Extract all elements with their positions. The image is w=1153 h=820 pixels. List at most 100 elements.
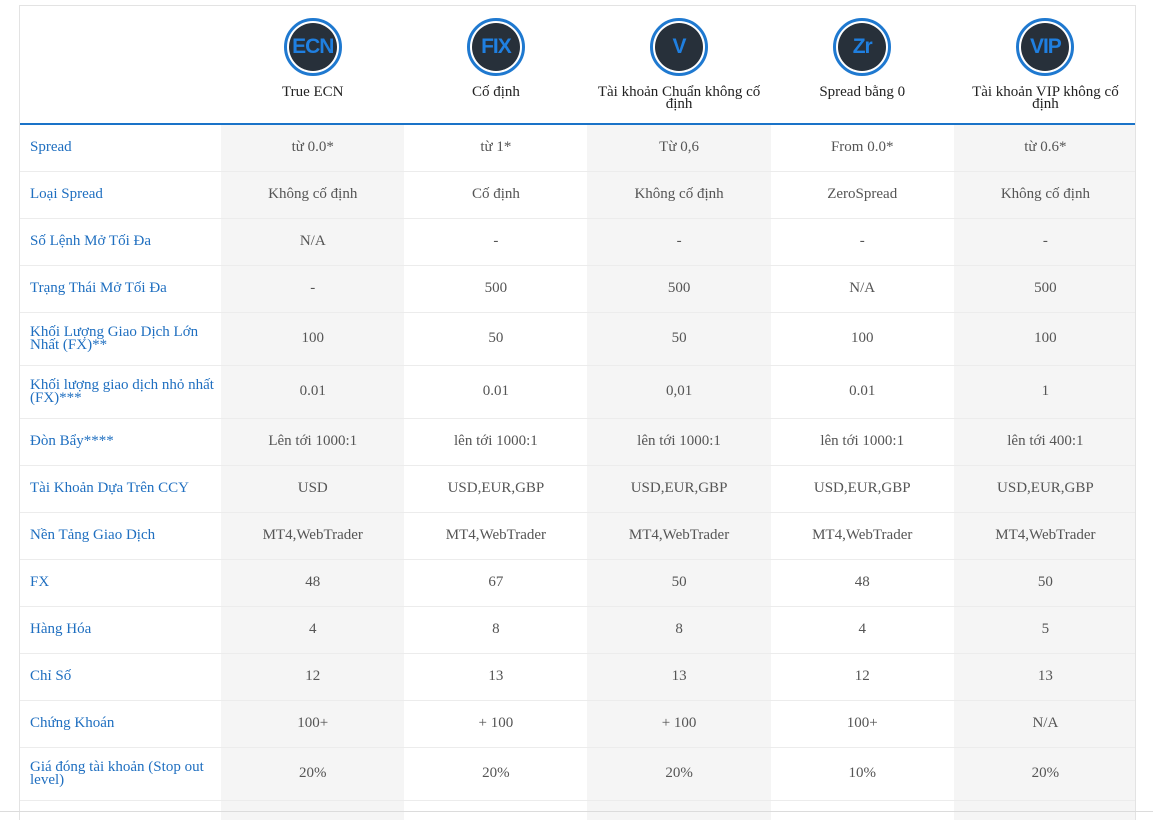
row-label[interactable]: Số Lệnh Mở Tối Đa (20, 218, 221, 265)
table-cell: 100+ (846, 715, 878, 731)
row-label[interactable]: Đòn Bẩy**** (20, 418, 221, 465)
table-cell: 0.01 (849, 383, 876, 399)
table-cell: MT4,WebTrader (445, 527, 547, 543)
table-cell: MT4,WebTrader (812, 527, 913, 543)
table-cell: 13 (587, 653, 771, 700)
table-cell: Từ 0,6 (587, 124, 771, 171)
table-cell: Cố định (471, 186, 520, 202)
table-row-partial (20, 800, 1135, 820)
table-cell: 5 (953, 606, 1135, 653)
row-label[interactable]: Khối Lượng Giao Dịch Lớn Nhất (FX)** (20, 312, 221, 365)
table-row: Chỉ Số 12 13 13 12 13 (20, 653, 1135, 700)
table-cell: 4 (858, 621, 866, 637)
row-label[interactable]: Khối lượng giao dịch nhỏ nhất (FX)*** (20, 365, 221, 418)
ecn-badge-icon[interactable]: ECN (283, 18, 342, 76)
table-cell: 500 (953, 265, 1135, 312)
table-cell: 500 (484, 280, 508, 296)
table-cell: MT4,WebTrader (587, 512, 771, 559)
row-label[interactable]: Chỉ Số (20, 653, 221, 700)
table-cell: 4 (221, 606, 405, 653)
account-header-zero[interactable]: Zr Spread bằng 0 (771, 6, 954, 124)
row-label[interactable]: Loại Spread (20, 171, 221, 218)
table-cell: MT4,WebTrader (221, 512, 405, 559)
table-row: Số Lệnh Mở Tối Đa N/A - - - - (20, 218, 1135, 265)
table-cell: USD,EUR,GBP (813, 480, 911, 496)
zr-badge-icon[interactable]: Zr (833, 18, 892, 76)
row-label[interactable]: Spread (20, 124, 221, 171)
table-cell (20, 800, 221, 820)
table-cell: Không cố định (953, 171, 1135, 218)
table-cell: N/A (221, 218, 405, 265)
row-label[interactable]: FX (20, 559, 221, 606)
badge-text: V (655, 23, 704, 71)
table-row: Nền Tảng Giao Dịch MT4,WebTrader MT4,Web… (20, 512, 1135, 559)
account-comparison-table: ECN True ECN FIX Cố định V Tài khoản Chu… (20, 6, 1135, 820)
header-corner (20, 6, 221, 124)
table-cell: 50 (953, 559, 1135, 606)
table-cell: 48 (221, 559, 405, 606)
table-cell: - (587, 218, 771, 265)
v-badge-icon[interactable]: V (650, 18, 709, 76)
account-header-vip[interactable]: VIP Tài khoản VIP không cố định (954, 6, 1135, 124)
table-cell: 12 (221, 653, 405, 700)
table-cell: 10% (848, 765, 876, 781)
table-cell: 48 (854, 574, 870, 590)
row-label[interactable]: Hàng Hóa (20, 606, 221, 653)
account-header-standard[interactable]: V Tài khoản Chuẩn không cố định (587, 6, 770, 124)
table-row: Chứng Khoán 100+ + 100 + 100 100+ N/A (20, 700, 1135, 747)
table-cell: 20% (587, 747, 771, 800)
table-cell: từ 0.6* (953, 124, 1135, 171)
table-row: Spread từ 0.0* từ 1* Từ 0,6 From 0.0* từ… (20, 124, 1135, 171)
table-cell: 67 (488, 574, 504, 590)
vip-badge-icon[interactable]: VIP (1016, 18, 1075, 76)
table-cell: 100 (850, 330, 874, 346)
account-name: Tài khoản Chuẩn không cố định (597, 84, 761, 112)
row-label[interactable]: Trạng Thái Mở Tối Đa (20, 265, 221, 312)
row-label[interactable]: Giá đóng tài khoản (Stop out level) (20, 747, 221, 800)
account-header-fix[interactable]: FIX Cố định (404, 6, 587, 124)
table-cell: - (221, 265, 405, 312)
table-cell: 500 (587, 265, 771, 312)
account-header-ecn[interactable]: ECN True ECN (221, 6, 404, 124)
table-row: FX 48 67 50 48 50 (20, 559, 1135, 606)
table-cell: từ 1* (480, 139, 512, 156)
table-cell: 100+ (221, 700, 405, 747)
table-cell: USD,EUR,GBP (953, 465, 1135, 512)
fix-badge-icon[interactable]: FIX (466, 18, 525, 76)
table-row: Trạng Thái Mở Tối Đa - 500 500 N/A 500 (20, 265, 1135, 312)
account-name: Tài khoản VIP không cố định (972, 84, 1119, 112)
table-cell: lên tới 1000:1 (820, 433, 905, 449)
table-cell: 50 (488, 330, 504, 346)
table-cell: lên tới 400:1 (953, 418, 1135, 465)
table-cell: từ 0.0* (221, 124, 405, 171)
table-cell: N/A (953, 700, 1135, 747)
account-name: Cố định (471, 84, 520, 100)
badge-text: VIP (1021, 23, 1070, 71)
table-cell (404, 800, 587, 820)
comparison-table-frame: ECN True ECN FIX Cố định V Tài khoản Chu… (19, 5, 1136, 820)
table-cell: 1 (953, 365, 1135, 418)
row-label[interactable]: Tài Khoản Dựa Trên CCY (20, 465, 221, 512)
account-header-row: ECN True ECN FIX Cố định V Tài khoản Chu… (20, 6, 1135, 124)
row-label[interactable]: Chứng Khoán (20, 700, 221, 747)
table-cell: - (493, 233, 499, 249)
table-cell: lên tới 1000:1 (587, 418, 771, 465)
table-cell (587, 800, 771, 820)
table-cell: 50 (587, 559, 771, 606)
table-cell: 13 (488, 668, 504, 684)
table-row: Khối Lượng Giao Dịch Lớn Nhất (FX)** 100… (20, 312, 1135, 365)
row-label[interactable]: Nền Tảng Giao Dịch (20, 512, 221, 559)
table-cell: + 100 (478, 715, 514, 731)
table-cell: ZeroSpread (827, 186, 898, 202)
table-cell: 50 (587, 312, 771, 365)
table-row: Tài Khoản Dựa Trên CCY USD USD,EUR,GBP U… (20, 465, 1135, 512)
page-divider (0, 811, 1153, 812)
table-cell: - (953, 218, 1135, 265)
table-cell: Không cố định (587, 171, 771, 218)
table-row: Đòn Bẩy**** Lên tới 1000:1 lên tới 1000:… (20, 418, 1135, 465)
table-cell: 20% (953, 747, 1135, 800)
badge-text: Zr (838, 23, 887, 71)
table-cell: MT4,WebTrader (953, 512, 1135, 559)
table-cell: 20% (482, 765, 510, 781)
table-cell (221, 800, 405, 820)
